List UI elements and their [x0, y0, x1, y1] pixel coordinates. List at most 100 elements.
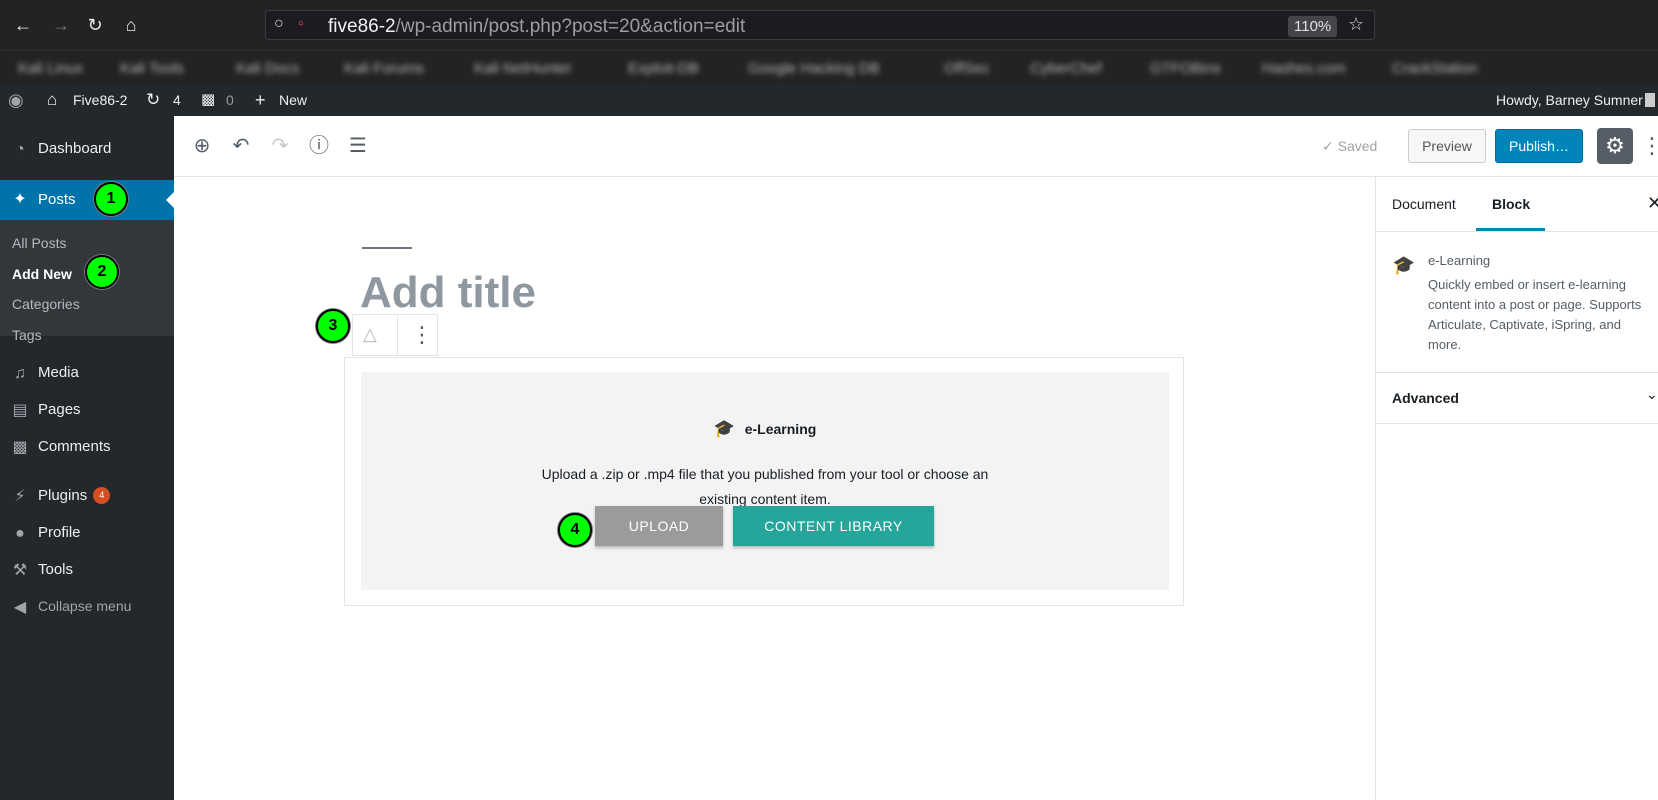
bookmark-item[interactable]: Kali Tools [120, 60, 184, 77]
placeholder-description: Upload a .zip or .mp4 file that you publ… [541, 466, 989, 507]
annotation-marker: 3 [316, 309, 350, 343]
address-bar[interactable]: ○ ▫ five86-2/wp-admin/post.php?post=20&a… [265, 10, 1375, 40]
publish-button[interactable]: Publish… [1495, 129, 1583, 163]
title-separator [362, 247, 412, 249]
current-menu-arrow [166, 192, 174, 208]
home-icon[interactable]: ⌂ [120, 14, 142, 36]
add-block-icon[interactable]: ⊕ [190, 134, 214, 158]
more-options-icon[interactable]: ⋮ [411, 322, 433, 348]
annotation-marker: 1 [94, 182, 128, 216]
sidebar-item-posts[interactable]: ✦ Posts [0, 180, 174, 220]
collapse-arrow-icon: ◀ [13, 599, 27, 616]
collapse-menu-button[interactable]: ◀ Collapse menu [0, 590, 174, 624]
admin-sidebar: ◔ Dashboard ✦ Posts All Posts Add New Ca… [0, 116, 174, 800]
site-name-link[interactable]: Five86-2 [73, 84, 127, 116]
wrench-icon: ⚒ [12, 562, 28, 579]
active-tab-indicator [1476, 228, 1545, 231]
sidebar-item-comments[interactable]: ▩ Comments [0, 430, 174, 464]
bookmark-item[interactable]: Google Hacking DB [748, 60, 880, 77]
post-title-input[interactable]: Add title [360, 268, 536, 318]
updates-count[interactable]: 4 [173, 84, 181, 116]
submenu-all-posts[interactable]: All Posts [12, 235, 66, 251]
undo-icon[interactable]: ↶ [229, 134, 253, 158]
bookmark-item[interactable]: Kali NetHunter [474, 60, 572, 77]
plugins-label: Plugins [38, 487, 88, 504]
forward-arrow-icon[interactable]: → [50, 14, 72, 36]
advanced-panel-toggle[interactable]: Advanced ⌄ [1376, 372, 1658, 424]
submenu-categories[interactable]: Categories [12, 296, 80, 312]
placeholder-title: 🎓 e-Learning [713, 419, 817, 438]
block-toolbar: △ ⋮ [352, 314, 438, 356]
bookmark-item[interactable]: OffSec [944, 60, 990, 77]
block-card-description: Quickly embed or insert e-learning conte… [1428, 277, 1642, 352]
info-icon[interactable]: ⓘ [307, 134, 331, 158]
upload-button[interactable]: UPLOAD [595, 506, 723, 546]
plus-icon[interactable]: + [255, 84, 266, 116]
bookmark-item[interactable]: GTFOBins [1150, 60, 1221, 77]
more-options-icon[interactable]: ⋮ [1641, 130, 1658, 162]
wp-admin-bar: ◉ ⌂ Five86-2 ↻ 4 ▩ 0 + New Howdy, Barney… [0, 84, 1658, 116]
account-greeting[interactable]: Howdy, Barney Sumner [1496, 84, 1643, 116]
reload-icon[interactable]: ↻ [84, 14, 106, 36]
close-icon[interactable]: ✕ [1647, 193, 1658, 214]
graduation-cap-icon: 🎓 [713, 419, 735, 438]
elearning-block[interactable]: 🎓 e-Learning Upload a .zip or .mp4 file … [344, 357, 1184, 606]
browser-toolbar: ← → ↻ ⌂ ○ ▫ five86-2/wp-admin/post.php?p… [0, 0, 1658, 50]
bookmark-item[interactable]: Kali Forums [344, 60, 424, 77]
comment-bubble-icon: ▩ [12, 439, 28, 456]
user-icon: ● [15, 525, 25, 542]
sidebar-item-plugins[interactable]: ⚡ Plugins 4 [0, 479, 174, 513]
sidebar-item-pages[interactable]: ▤ Pages [0, 393, 174, 427]
bookmark-item[interactable]: Kali Linux [18, 60, 83, 77]
updates-icon[interactable]: ↻ [146, 84, 160, 116]
redo-icon[interactable]: ↷ [268, 134, 292, 158]
comment-bubble-icon[interactable]: ▩ [201, 84, 215, 116]
graduation-cap-icon: 🎓 [1392, 255, 1416, 275]
bookmark-item[interactable]: CrackStation [1392, 60, 1478, 77]
media-icon: ♫ [14, 365, 26, 382]
settings-tabs: Document Block ✕ [1376, 177, 1658, 232]
new-content-link[interactable]: New [279, 84, 307, 116]
wordpress-logo-icon[interactable]: ◉ [8, 84, 24, 116]
star-icon[interactable]: ☆ [1348, 14, 1364, 35]
block-navigation-icon[interactable]: ☰ [346, 134, 370, 158]
preview-button[interactable]: Preview [1408, 129, 1486, 163]
dashboard-gauge-icon: ◔ [15, 141, 25, 158]
pages-icon: ▤ [12, 402, 28, 419]
lock-icon: ▫ [298, 15, 304, 32]
sidebar-item-media[interactable]: ♫ Media [0, 356, 174, 390]
editor-toolbar: ⊕ ↶ ↷ ⓘ ☰ ✓ Saved Preview Publish… ⚙ ⋮ [174, 116, 1658, 177]
pushpin-icon: ✦ [13, 191, 27, 208]
graduation-cap-icon[interactable]: △ [363, 324, 377, 345]
toolbar-divider [397, 315, 398, 355]
submenu-add-new[interactable]: Add New [12, 266, 72, 282]
bookmark-item[interactable]: Kali Docs [236, 60, 299, 77]
settings-gear-icon[interactable]: ⚙ [1597, 128, 1633, 164]
bookmark-item[interactable]: Hashes.com [1262, 60, 1345, 77]
block-card-title: e-Learning [1428, 253, 1491, 268]
bookmarks-bar: Kali Linux Kali Tools Kali Docs Kali For… [0, 50, 1658, 84]
annotation-marker: 4 [558, 513, 592, 547]
check-icon: ✓ [1322, 138, 1338, 154]
sidebar-item-dashboard[interactable]: ◔ Dashboard [0, 132, 174, 166]
url-text: five86-2/wp-admin/post.php?post=20&actio… [328, 16, 746, 37]
home-icon: ⌂ [47, 90, 58, 109]
tab-block[interactable]: Block [1492, 196, 1530, 212]
bookmark-item[interactable]: Exploit-DB [628, 60, 699, 77]
back-arrow-icon[interactable]: ← [12, 14, 34, 36]
plugin-icon: ⚡ [14, 488, 26, 505]
shield-icon: ○ [274, 15, 284, 32]
sidebar-item-profile[interactable]: ● Profile [0, 516, 174, 550]
chevron-down-icon: ⌄ [1646, 386, 1658, 402]
tab-document[interactable]: Document [1392, 196, 1456, 212]
block-placeholder: 🎓 e-Learning Upload a .zip or .mp4 file … [361, 372, 1169, 590]
bookmark-item[interactable]: CyberChef [1030, 60, 1102, 77]
zoom-level[interactable]: 110% [1288, 16, 1338, 37]
avatar[interactable] [1645, 93, 1655, 107]
saved-status: ✓ Saved [1322, 138, 1378, 154]
plugins-update-badge: 4 [93, 487, 111, 504]
content-library-button[interactable]: CONTENT LIBRARY [733, 506, 934, 546]
comments-count[interactable]: 0 [226, 84, 234, 116]
sidebar-item-tools[interactable]: ⚒ Tools [0, 553, 174, 587]
submenu-tags[interactable]: Tags [12, 327, 42, 343]
